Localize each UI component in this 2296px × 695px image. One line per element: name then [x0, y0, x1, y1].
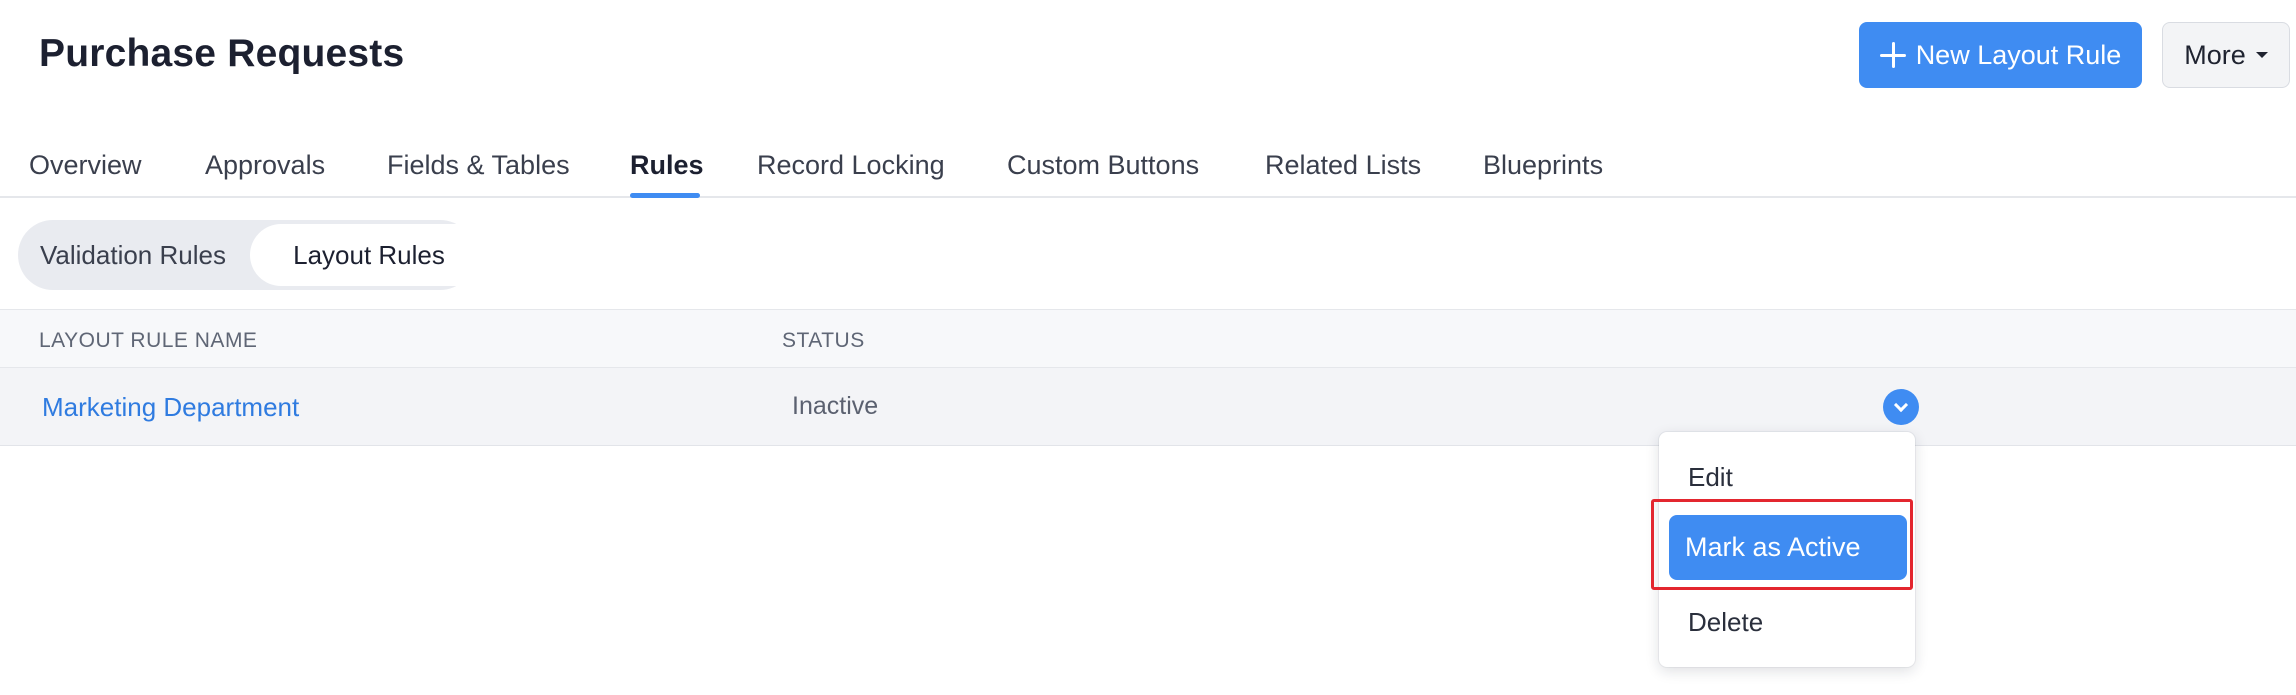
tab-approvals[interactable]: Approvals	[205, 150, 325, 181]
rules-type-switch: Validation Rules Layout Rules	[18, 220, 488, 290]
more-label: More	[2184, 39, 2246, 70]
app-frame: Purchase Requests New Layout Rule More O…	[0, 0, 2296, 695]
plus-icon	[1879, 42, 1906, 68]
chevron-down-icon	[1893, 397, 1909, 413]
menu-item-delete[interactable]: Delete	[1688, 607, 1763, 638]
page-title: Purchase Requests	[39, 32, 405, 75]
tab-rules[interactable]: Rules	[630, 150, 704, 181]
module-tabs: Overview Approvals Fields & Tables Rules…	[0, 140, 2296, 198]
more-button[interactable]: More	[2162, 22, 2290, 88]
validation-rules-option[interactable]: Validation Rules	[40, 220, 226, 290]
tab-record-locking[interactable]: Record Locking	[757, 150, 945, 181]
status-text: Inactive	[792, 392, 879, 420]
new-layout-rule-button[interactable]: New Layout Rule	[1859, 22, 2142, 88]
column-header-layout-rule-name: LAYOUT RULE NAME	[39, 329, 258, 352]
row-actions-toggle[interactable]	[1883, 389, 1919, 425]
tab-overview[interactable]: Overview	[29, 150, 142, 181]
table-header: LAYOUT RULE NAME STATUS	[0, 309, 2296, 368]
tab-blueprints[interactable]: Blueprints	[1483, 150, 1603, 181]
tab-custom-buttons[interactable]: Custom Buttons	[1007, 150, 1199, 181]
layout-rules-option[interactable]: Layout Rules	[250, 224, 488, 286]
new-layout-rule-label: New Layout Rule	[1915, 39, 2122, 70]
highlight-box: Mark as Active	[1651, 499, 1913, 590]
menu-item-edit[interactable]: Edit	[1688, 462, 1733, 493]
tab-fields-and-tables[interactable]: Fields & Tables	[387, 150, 570, 181]
table-row: Marketing Department Inactive	[0, 368, 2296, 446]
menu-item-mark-as-active[interactable]: Mark as Active	[1669, 515, 1907, 580]
tab-related-lists[interactable]: Related Lists	[1265, 150, 1421, 181]
active-tab-indicator	[630, 193, 700, 198]
column-header-status: STATUS	[782, 329, 865, 352]
caret-down-icon	[2255, 52, 2268, 58]
rule-name-link[interactable]: Marketing Department	[42, 392, 299, 423]
